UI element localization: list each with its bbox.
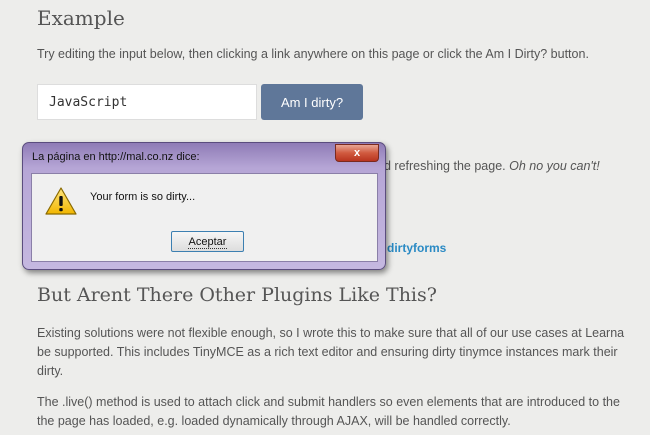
example-heading: Example <box>37 6 125 30</box>
close-icon: x <box>353 147 361 159</box>
plugins-paragraph-1: Existing solutions were not flexible eno… <box>37 324 624 381</box>
am-i-dirty-button[interactable]: Am I dirty? <box>261 84 363 120</box>
demo-text-input[interactable] <box>37 84 257 120</box>
plugins-heading: But Arent There Other Plugins Like This? <box>37 284 437 306</box>
dialog-body: Your form is so dirty... Aceptar <box>31 173 378 262</box>
dirtyforms-link[interactable]: dirtyforms <box>387 241 446 255</box>
paragraph-line: the page has loaded, e.g. loaded dynamic… <box>37 414 511 428</box>
paragraph-line: be supported. This includes TinyMCE as a… <box>37 345 618 359</box>
accept-button-label: Aceptar <box>187 235 228 249</box>
refresh-text-italic: Oh no you can't! <box>509 159 600 173</box>
intro-text: Try editing the input below, then clicki… <box>37 47 589 61</box>
paragraph-line: Existing solutions were not flexible eno… <box>37 326 625 340</box>
accept-button[interactable]: Aceptar <box>171 231 244 252</box>
plugins-paragraph-2: The .live() method is used to attach cli… <box>37 393 620 431</box>
refresh-text: d refreshing the page. Oh no you can't! <box>384 159 600 173</box>
paragraph-line: The .live() method is used to attach cli… <box>37 395 620 409</box>
dialog-title: La página en http://mal.co.nz dice: <box>32 151 200 163</box>
paragraph-line: dirty. <box>37 364 64 378</box>
dialog-message: Your form is so dirty... <box>90 191 196 203</box>
refresh-text-plain: d refreshing the page. <box>384 159 510 173</box>
warning-icon <box>45 187 77 215</box>
dialog-close-button[interactable]: x <box>335 144 379 162</box>
alert-dialog: La página en http://mal.co.nz dice: x Yo… <box>22 142 386 270</box>
